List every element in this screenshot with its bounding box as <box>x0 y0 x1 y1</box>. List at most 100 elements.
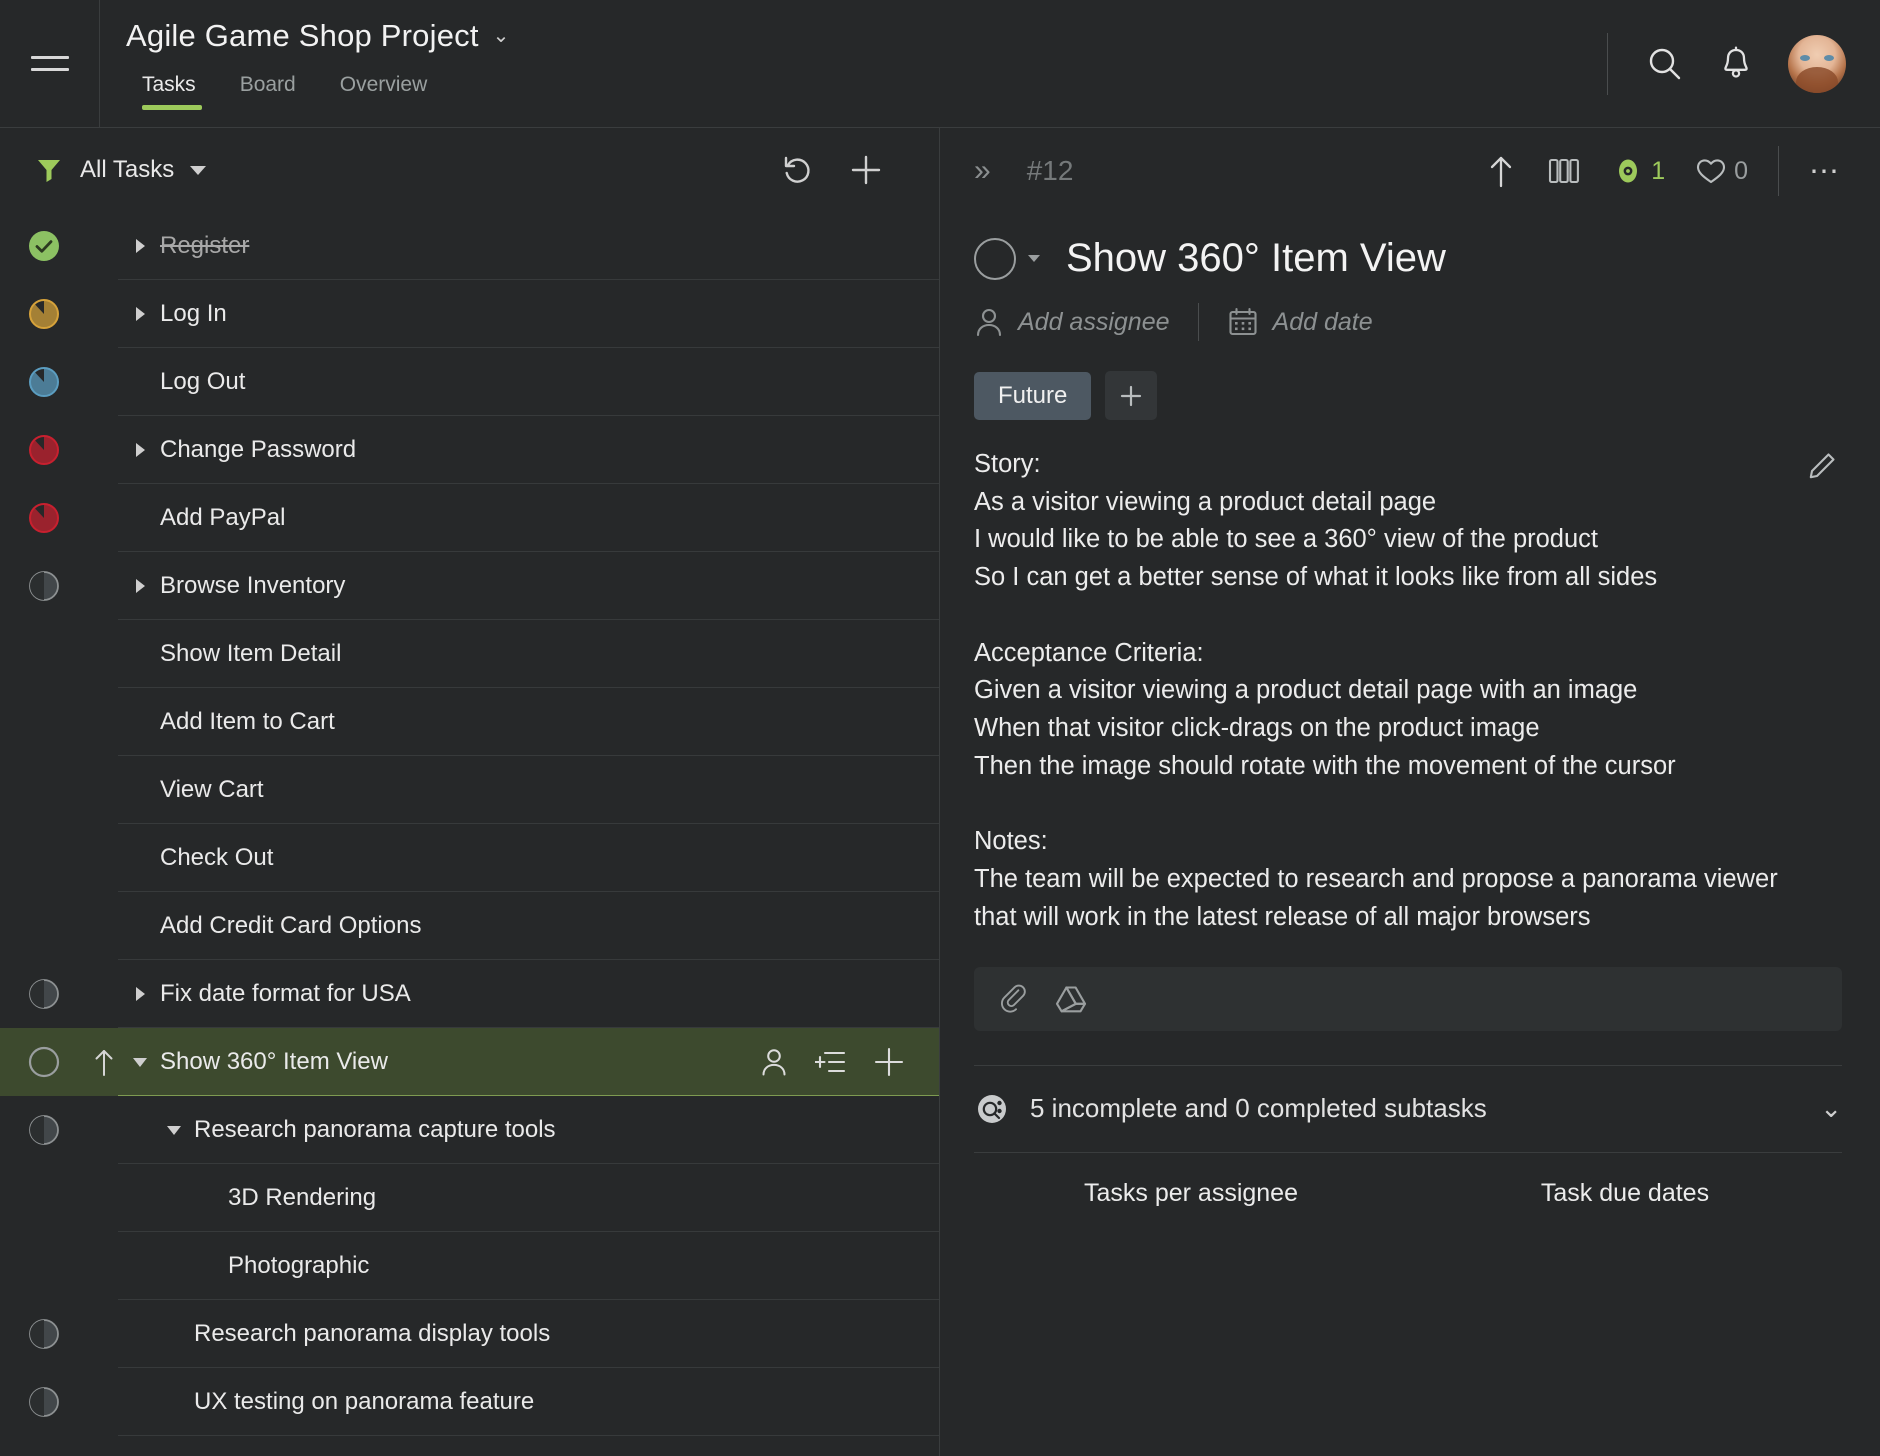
task-row[interactable]: 3D Rendering <box>0 1164 939 1232</box>
twisty-cell[interactable] <box>120 239 160 253</box>
task-row[interactable]: View Cart <box>0 756 939 824</box>
google-drive-icon[interactable] <box>1054 984 1088 1014</box>
plus-icon[interactable] <box>849 153 883 187</box>
status-pie-icon[interactable] <box>27 433 61 467</box>
status-pie-icon[interactable] <box>27 1045 61 1079</box>
add-assignee-button[interactable]: Add assignee <box>974 306 1170 338</box>
tab-tasks[interactable]: Tasks <box>126 69 218 110</box>
watch-count-button[interactable]: 1 <box>1612 157 1665 186</box>
task-row[interactable]: Add PayPal <box>0 484 939 552</box>
task-status-cell <box>0 1113 88 1147</box>
task-row[interactable]: Log Out <box>0 348 939 416</box>
chevron-right-icon[interactable] <box>136 239 145 253</box>
like-count-button[interactable]: 0 <box>1695 157 1748 186</box>
tag-future[interactable]: Future <box>974 372 1091 420</box>
status-pie-icon[interactable] <box>27 229 61 263</box>
chevron-down-icon[interactable] <box>133 1058 147 1067</box>
status-pie-icon[interactable] <box>27 569 61 603</box>
funnel-icon <box>34 155 64 185</box>
status-pie-icon[interactable] <box>27 1385 61 1419</box>
status-pie-icon[interactable] <box>27 977 61 1011</box>
task-number: #12 <box>1027 155 1074 187</box>
task-label: UX testing on panorama feature <box>194 1388 534 1416</box>
bell-icon[interactable] <box>1718 45 1754 83</box>
avatar[interactable] <box>1788 35 1846 93</box>
task-status-cell <box>0 1317 88 1351</box>
add-subtask-icon[interactable] <box>815 1047 847 1077</box>
heart-icon <box>1695 157 1727 185</box>
task-status-circle[interactable] <box>974 238 1016 280</box>
twisty-cell[interactable] <box>154 1126 194 1135</box>
filter-dropdown[interactable]: All Tasks <box>34 155 206 185</box>
task-label: 3D Rendering <box>228 1184 376 1212</box>
filter-label: All Tasks <box>80 156 174 184</box>
chevron-down-icon[interactable] <box>167 1126 181 1135</box>
task-row[interactable]: Check Out <box>0 824 939 892</box>
task-label: View Cart <box>160 776 264 804</box>
project-header: Agile Game Shop Project ⌄ Tasks Board Ov… <box>100 0 1607 127</box>
arrow-up-icon[interactable] <box>1486 154 1516 188</box>
detail-content: Show 360° Item View Add assignee Add dat… <box>940 214 1880 1456</box>
chevron-down-icon[interactable]: ⌄ <box>1820 1093 1842 1124</box>
plus-icon[interactable] <box>873 1046 905 1078</box>
paperclip-icon[interactable] <box>996 983 1028 1015</box>
undo-icon[interactable] <box>781 153 815 187</box>
watch-count: 1 <box>1651 157 1665 186</box>
chevron-down-icon[interactable]: ⌄ <box>493 26 510 46</box>
task-row[interactable]: Register <box>0 212 939 280</box>
search-icon[interactable] <box>1646 45 1684 83</box>
chart-tasks-per-assignee: Tasks per assignee <box>974 1179 1408 1208</box>
task-description[interactable]: Story: As a visitor viewing a product de… <box>974 446 1804 937</box>
add-date-button[interactable]: Add date <box>1227 306 1373 338</box>
task-row[interactable]: Show Item Detail <box>0 620 939 688</box>
task-status-cell <box>0 229 88 263</box>
add-tag-button[interactable] <box>1105 371 1157 420</box>
twisty-cell[interactable] <box>120 579 160 593</box>
task-row[interactable]: UX testing on panorama feature <box>0 1368 939 1436</box>
chevron-right-icon[interactable] <box>136 307 145 321</box>
status-pie-icon[interactable] <box>27 1113 61 1147</box>
double-chevron-right-icon[interactable]: » <box>974 156 991 186</box>
task-row[interactable]: Show 360° Item View <box>0 1028 939 1096</box>
twisty-cell[interactable] <box>120 987 160 1001</box>
task-label: Show Item Detail <box>160 640 341 668</box>
status-pie-icon[interactable] <box>27 1317 61 1351</box>
hamburger-icon[interactable] <box>31 56 69 71</box>
task-status-cell <box>0 501 88 535</box>
task-row[interactable]: Fix date format for USA <box>0 960 939 1028</box>
task-row[interactable]: Photographic <box>0 1232 939 1300</box>
twisty-cell[interactable] <box>120 307 160 321</box>
person-icon[interactable] <box>759 1046 789 1078</box>
task-row[interactable]: Log In <box>0 280 939 348</box>
status-pie-icon[interactable] <box>27 365 61 399</box>
top-bar-actions <box>1607 0 1880 127</box>
menu-button[interactable] <box>0 0 100 127</box>
status-pie-icon[interactable] <box>27 501 61 535</box>
priority-cell <box>88 1047 120 1077</box>
task-row[interactable]: Research panorama capture tools <box>0 1096 939 1164</box>
chevron-down-icon[interactable] <box>1028 255 1040 262</box>
detail-header-actions: 1 0 ⋯ <box>1486 146 1842 196</box>
chevron-right-icon[interactable] <box>136 443 145 457</box>
task-row[interactable]: Add Item to Cart <box>0 688 939 756</box>
more-options-icon[interactable]: ⋯ <box>1809 164 1842 179</box>
twisty-cell[interactable] <box>120 1058 160 1067</box>
description-block: Story: As a visitor viewing a product de… <box>974 446 1842 937</box>
task-label: Add Credit Card Options <box>160 912 421 940</box>
project-title-row[interactable]: Agile Game Shop Project ⌄ <box>126 18 1607 54</box>
subtasks-summary-row[interactable]: 5 incomplete and 0 completed subtasks ⌄ <box>974 1066 1842 1152</box>
tab-board[interactable]: Board <box>218 69 318 110</box>
chevron-down-icon[interactable] <box>190 166 206 175</box>
task-row[interactable]: Research panorama display tools <box>0 1300 939 1368</box>
columns-icon[interactable] <box>1546 155 1582 187</box>
pencil-icon[interactable] <box>1806 450 1838 482</box>
task-row[interactable]: Browse Inventory <box>0 552 939 620</box>
chevron-right-icon[interactable] <box>136 987 145 1001</box>
status-pie-icon[interactable] <box>27 297 61 331</box>
twisty-cell[interactable] <box>120 443 160 457</box>
task-row[interactable]: Add Credit Card Options <box>0 892 939 960</box>
tab-overview[interactable]: Overview <box>318 69 450 110</box>
arrow-up-icon <box>92 1047 116 1077</box>
task-row[interactable]: Change Password <box>0 416 939 484</box>
chevron-right-icon[interactable] <box>136 579 145 593</box>
